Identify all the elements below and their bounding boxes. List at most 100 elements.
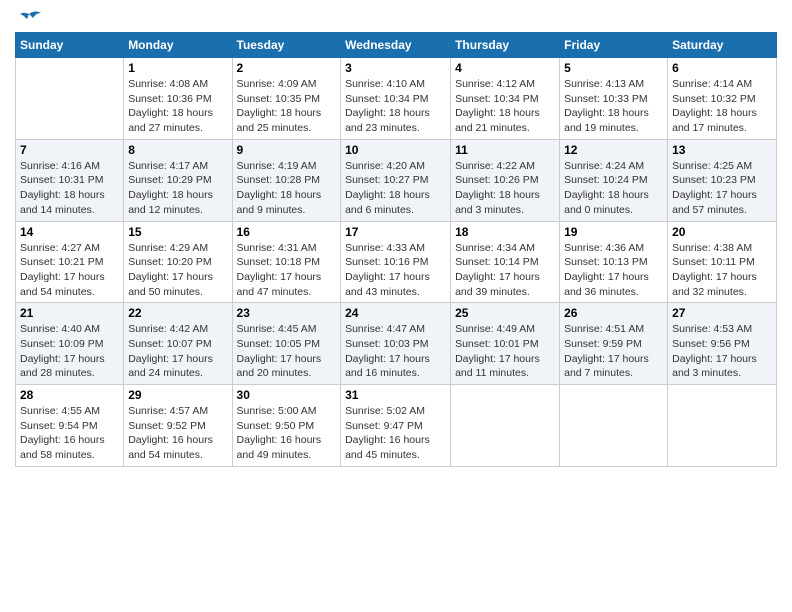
calendar-cell: 4 Sunrise: 4:12 AMSunset: 10:34 PMDayligh… bbox=[451, 58, 560, 140]
day-number: 5 bbox=[564, 61, 663, 75]
day-info: Sunrise: 4:33 AMSunset: 10:16 PMDaylight… bbox=[345, 241, 446, 300]
day-info: Sunrise: 4:09 AMSunset: 10:35 PMDaylight… bbox=[237, 77, 337, 136]
calendar-cell: 31 Sunrise: 5:02 AMSunset: 9:47 PMDayligh… bbox=[341, 385, 451, 467]
day-number: 10 bbox=[345, 143, 446, 157]
calendar-cell: 24Sunrise: 4:47 AMSunset: 10:03 PMDaylig… bbox=[341, 303, 451, 385]
calendar-cell: 26 Sunrise: 4:51 AMSunset: 9:59 PMDayligh… bbox=[560, 303, 668, 385]
calendar-cell: 29 Sunrise: 4:57 AMSunset: 9:52 PMDayligh… bbox=[124, 385, 232, 467]
day-number: 9 bbox=[237, 143, 337, 157]
calendar-cell: 2 Sunrise: 4:09 AMSunset: 10:35 PMDayligh… bbox=[232, 58, 341, 140]
calendar-header-sunday: Sunday bbox=[16, 33, 124, 58]
calendar-header-saturday: Saturday bbox=[668, 33, 777, 58]
day-info: Sunrise: 4:36 AMSunset: 10:13 PMDaylight… bbox=[564, 241, 663, 300]
day-info: Sunrise: 4:12 AMSunset: 10:34 PMDaylight… bbox=[455, 77, 555, 136]
day-number: 26 bbox=[564, 306, 663, 320]
day-info: Sunrise: 4:19 AMSunset: 10:28 PMDaylight… bbox=[237, 159, 337, 218]
day-number: 19 bbox=[564, 225, 663, 239]
day-number: 14 bbox=[20, 225, 119, 239]
day-number: 7 bbox=[20, 143, 119, 157]
day-info: Sunrise: 4:49 AMSunset: 10:01 PMDaylight… bbox=[455, 322, 555, 381]
day-number: 1 bbox=[128, 61, 227, 75]
calendar-cell: 3Sunrise: 4:10 AMSunset: 10:34 PMDayligh… bbox=[341, 58, 451, 140]
calendar-cell: 13 Sunrise: 4:25 AMSunset: 10:23 PMDaylig… bbox=[668, 139, 777, 221]
day-info: Sunrise: 5:02 AMSunset: 9:47 PMDaylight:… bbox=[345, 404, 446, 463]
calendar-week-row: 21 Sunrise: 4:40 AMSunset: 10:09 PMDaylig… bbox=[16, 303, 777, 385]
day-number: 3 bbox=[345, 61, 446, 75]
calendar-cell: 21 Sunrise: 4:40 AMSunset: 10:09 PMDaylig… bbox=[16, 303, 124, 385]
day-info: Sunrise: 4:42 AMSunset: 10:07 PMDaylight… bbox=[128, 322, 227, 381]
calendar-cell: 22 Sunrise: 4:42 AMSunset: 10:07 PMDaylig… bbox=[124, 303, 232, 385]
day-info: Sunrise: 4:24 AMSunset: 10:24 PMDaylight… bbox=[564, 159, 663, 218]
day-info: Sunrise: 4:55 AMSunset: 9:54 PMDaylight:… bbox=[20, 404, 119, 463]
day-number: 23 bbox=[237, 306, 337, 320]
day-number: 4 bbox=[455, 61, 555, 75]
calendar-cell: 28 Sunrise: 4:55 AMSunset: 9:54 PMDayligh… bbox=[16, 385, 124, 467]
day-info: Sunrise: 4:29 AMSunset: 10:20 PMDaylight… bbox=[128, 241, 227, 300]
day-number: 16 bbox=[237, 225, 337, 239]
calendar-cell bbox=[560, 385, 668, 467]
calendar-table: SundayMondayTuesdayWednesdayThursdayFrid… bbox=[15, 32, 777, 467]
day-info: Sunrise: 4:20 AMSunset: 10:27 PMDaylight… bbox=[345, 159, 446, 218]
calendar-cell: 16 Sunrise: 4:31 AMSunset: 10:18 PMDaylig… bbox=[232, 221, 341, 303]
calendar-header-friday: Friday bbox=[560, 33, 668, 58]
calendar-header-monday: Monday bbox=[124, 33, 232, 58]
day-number: 22 bbox=[128, 306, 227, 320]
day-info: Sunrise: 4:25 AMSunset: 10:23 PMDaylight… bbox=[672, 159, 772, 218]
day-number: 24 bbox=[345, 306, 446, 320]
calendar-header-wednesday: Wednesday bbox=[341, 33, 451, 58]
calendar-cell: 15 Sunrise: 4:29 AMSunset: 10:20 PMDaylig… bbox=[124, 221, 232, 303]
day-info: Sunrise: 4:45 AMSunset: 10:05 PMDaylight… bbox=[237, 322, 337, 381]
calendar-header-row: SundayMondayTuesdayWednesdayThursdayFrid… bbox=[16, 33, 777, 58]
calendar-cell: 17 Sunrise: 4:33 AMSunset: 10:16 PMDaylig… bbox=[341, 221, 451, 303]
logo bbox=[15, 10, 43, 28]
logo-bird-icon bbox=[15, 10, 43, 32]
calendar-header-tuesday: Tuesday bbox=[232, 33, 341, 58]
day-info: Sunrise: 4:31 AMSunset: 10:18 PMDaylight… bbox=[237, 241, 337, 300]
calendar-cell: 14 Sunrise: 4:27 AMSunset: 10:21 PMDaylig… bbox=[16, 221, 124, 303]
day-info: Sunrise: 4:17 AMSunset: 10:29 PMDaylight… bbox=[128, 159, 227, 218]
day-number: 11 bbox=[455, 143, 555, 157]
calendar-cell: 20Sunrise: 4:38 AMSunset: 10:11 PMDaylig… bbox=[668, 221, 777, 303]
day-number: 18 bbox=[455, 225, 555, 239]
day-info: Sunrise: 4:22 AMSunset: 10:26 PMDaylight… bbox=[455, 159, 555, 218]
day-number: 2 bbox=[237, 61, 337, 75]
calendar-week-row: 28 Sunrise: 4:55 AMSunset: 9:54 PMDayligh… bbox=[16, 385, 777, 467]
calendar-cell: 7 Sunrise: 4:16 AMSunset: 10:31 PMDayligh… bbox=[16, 139, 124, 221]
day-number: 15 bbox=[128, 225, 227, 239]
day-number: 8 bbox=[128, 143, 227, 157]
day-number: 12 bbox=[564, 143, 663, 157]
calendar-week-row: 7 Sunrise: 4:16 AMSunset: 10:31 PMDayligh… bbox=[16, 139, 777, 221]
day-number: 28 bbox=[20, 388, 119, 402]
calendar-cell: 18 Sunrise: 4:34 AMSunset: 10:14 PMDaylig… bbox=[451, 221, 560, 303]
calendar-cell bbox=[668, 385, 777, 467]
calendar-cell: 25 Sunrise: 4:49 AMSunset: 10:01 PMDaylig… bbox=[451, 303, 560, 385]
day-info: Sunrise: 4:16 AMSunset: 10:31 PMDaylight… bbox=[20, 159, 119, 218]
day-info: Sunrise: 4:53 AMSunset: 9:56 PMDaylight:… bbox=[672, 322, 772, 381]
day-info: Sunrise: 4:27 AMSunset: 10:21 PMDaylight… bbox=[20, 241, 119, 300]
calendar-cell: 19 Sunrise: 4:36 AMSunset: 10:13 PMDaylig… bbox=[560, 221, 668, 303]
calendar-cell: 30Sunrise: 5:00 AMSunset: 9:50 PMDayligh… bbox=[232, 385, 341, 467]
day-number: 30 bbox=[237, 388, 337, 402]
day-number: 25 bbox=[455, 306, 555, 320]
calendar-cell: 1Sunrise: 4:08 AMSunset: 10:36 PMDayligh… bbox=[124, 58, 232, 140]
calendar-week-row: 1Sunrise: 4:08 AMSunset: 10:36 PMDayligh… bbox=[16, 58, 777, 140]
day-number: 13 bbox=[672, 143, 772, 157]
calendar-cell: 12 Sunrise: 4:24 AMSunset: 10:24 PMDaylig… bbox=[560, 139, 668, 221]
day-info: Sunrise: 4:40 AMSunset: 10:09 PMDaylight… bbox=[20, 322, 119, 381]
day-number: 6 bbox=[672, 61, 772, 75]
calendar-cell: 8 Sunrise: 4:17 AMSunset: 10:29 PMDayligh… bbox=[124, 139, 232, 221]
day-number: 29 bbox=[128, 388, 227, 402]
calendar-cell: 11 Sunrise: 4:22 AMSunset: 10:26 PMDaylig… bbox=[451, 139, 560, 221]
day-info: Sunrise: 4:57 AMSunset: 9:52 PMDaylight:… bbox=[128, 404, 227, 463]
day-number: 20 bbox=[672, 225, 772, 239]
day-info: Sunrise: 4:51 AMSunset: 9:59 PMDaylight:… bbox=[564, 322, 663, 381]
calendar-cell: 23 Sunrise: 4:45 AMSunset: 10:05 PMDaylig… bbox=[232, 303, 341, 385]
calendar-week-row: 14 Sunrise: 4:27 AMSunset: 10:21 PMDaylig… bbox=[16, 221, 777, 303]
day-info: Sunrise: 4:13 AMSunset: 10:33 PMDaylight… bbox=[564, 77, 663, 136]
page-header bbox=[15, 10, 777, 28]
day-info: Sunrise: 4:34 AMSunset: 10:14 PMDaylight… bbox=[455, 241, 555, 300]
day-number: 21 bbox=[20, 306, 119, 320]
calendar-cell bbox=[451, 385, 560, 467]
day-number: 17 bbox=[345, 225, 446, 239]
day-number: 31 bbox=[345, 388, 446, 402]
